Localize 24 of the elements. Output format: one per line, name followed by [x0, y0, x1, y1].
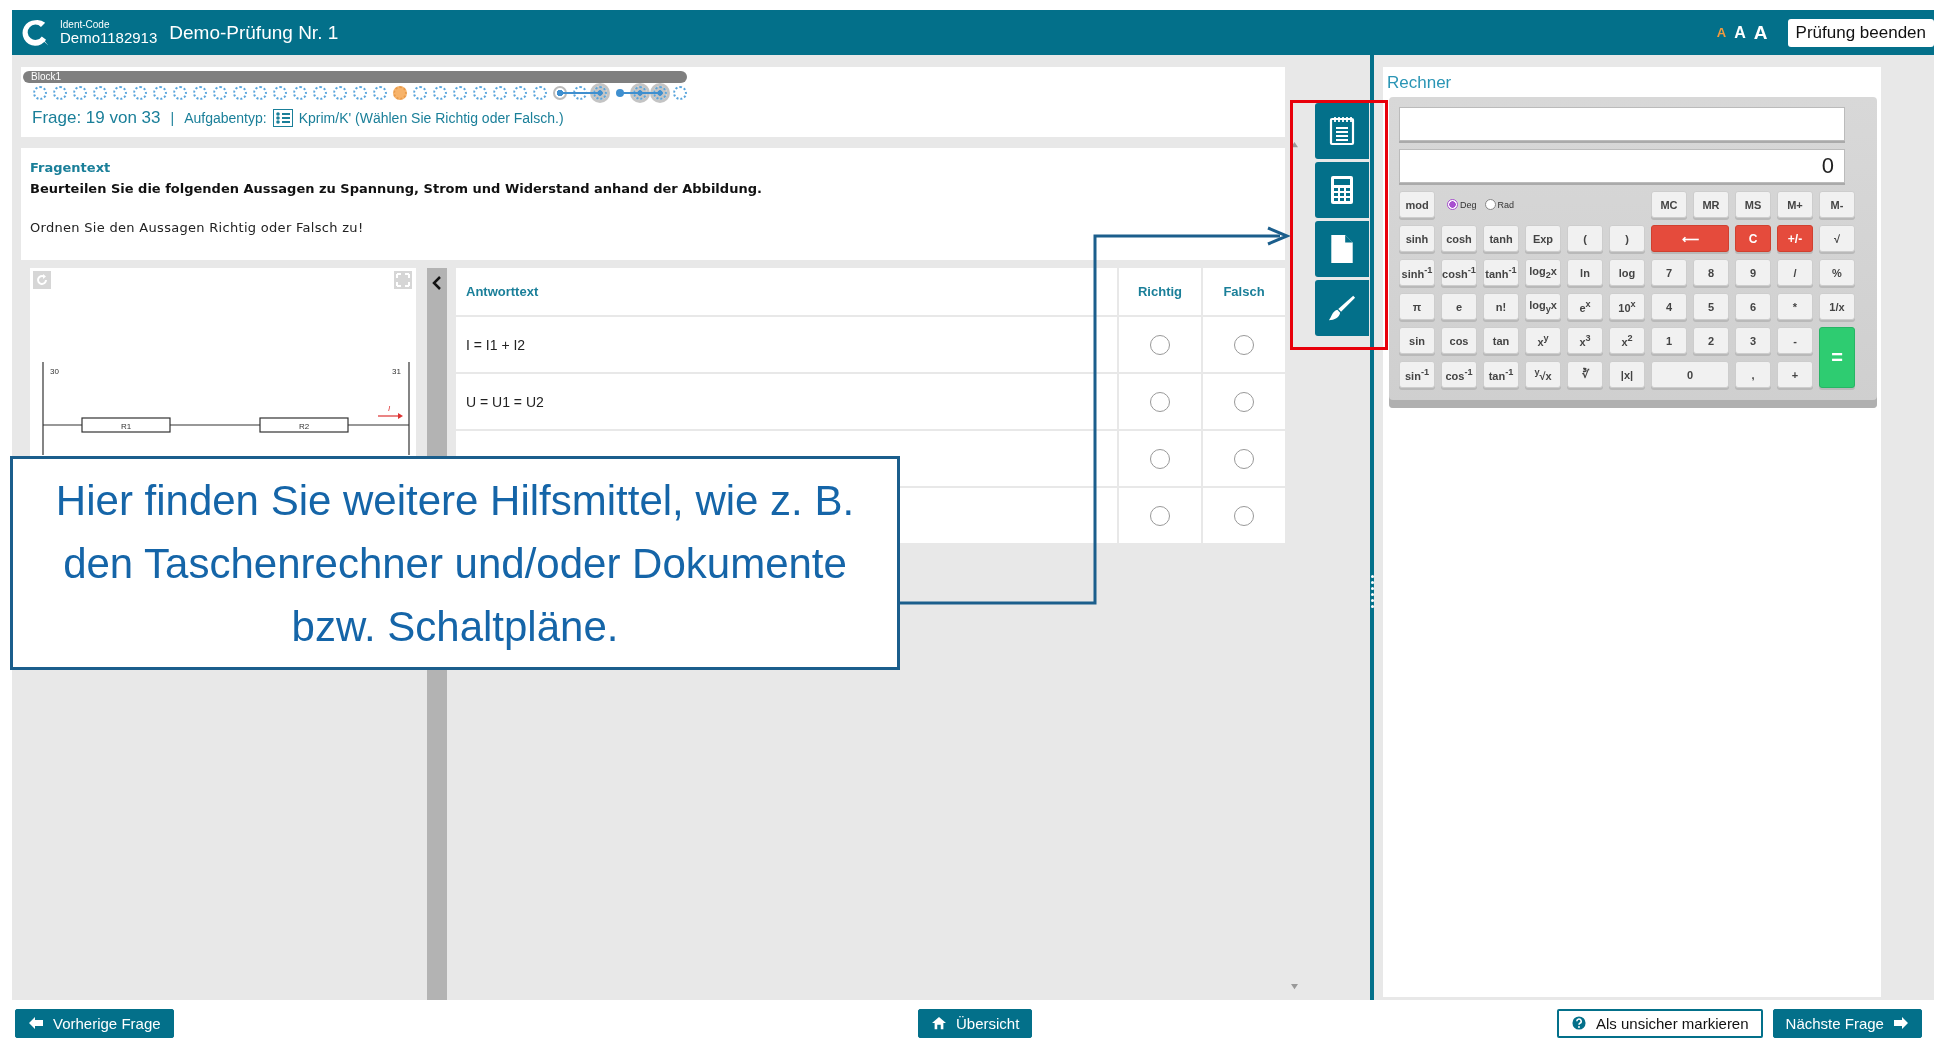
- column-header: Richtig: [1119, 268, 1203, 315]
- separator: |: [170, 110, 175, 126]
- task-type: Kprim/K' (Wählen Sie Richtig oder Falsch.): [298, 110, 564, 126]
- resistor-label: R2: [298, 421, 310, 431]
- panel-title: Rechner: [1386, 72, 1453, 93]
- ident-code: Demo1182913: [60, 29, 158, 47]
- answer-text: I = I1 + I2: [456, 317, 1119, 372]
- question-heading: Fragentext: [30, 160, 112, 175]
- ident-label: Ident-Code: [60, 18, 111, 30]
- column-header: Antworttext: [456, 268, 1119, 315]
- resistor-label: R1: [120, 421, 132, 431]
- block-bar: Block1: [23, 71, 687, 83]
- question-counter: Frage: 19 von 33: [32, 108, 161, 128]
- answer-text: U = U1 = U2: [456, 374, 1119, 429]
- task-type-label: Aufgabentyp:: [184, 110, 267, 126]
- current-label: I: [388, 404, 391, 413]
- result-display: 0: [1399, 149, 1845, 183]
- exam-title: Demo-Prüfung Nr. 1: [169, 21, 339, 44]
- question-instruction: Ordnen Sie den Aussagen Richtig oder Falsch zu!: [30, 220, 365, 235]
- callout-text: Hier finden Sie weitere Hilfsmittel, wie z. B. den Taschenrechner und/oder Dokumente bzw. Schaltpläne.: [54, 475, 856, 652]
- column-header: Falsch: [1222, 283, 1266, 301]
- terminal-label: 30: [50, 367, 59, 376]
- question-prompt: Beurteilen Sie die folgenden Aussagen zu Spannung, Strom und Widerstand anhand der Abbildung.: [30, 181, 763, 196]
- terminal-label: 31: [392, 367, 401, 376]
